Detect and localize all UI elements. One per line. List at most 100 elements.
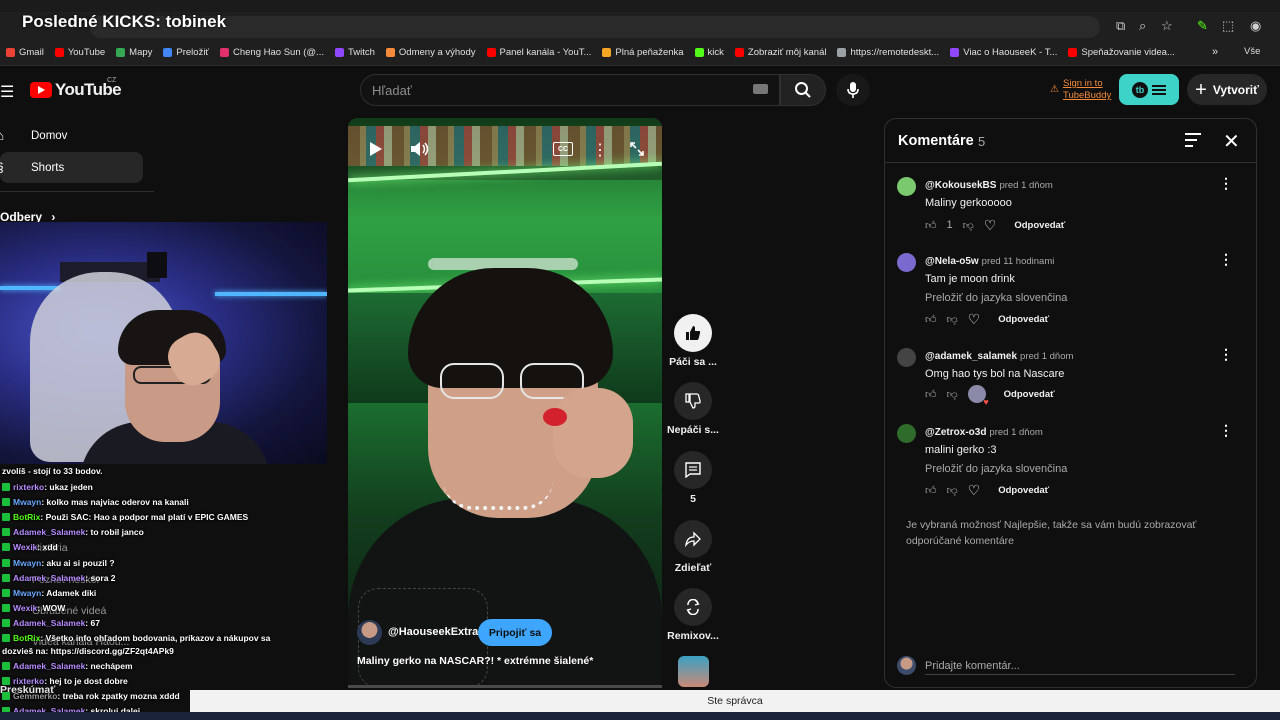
shorts-video-player[interactable] — [348, 118, 662, 688]
bookmark-item[interactable]: YouTube — [54, 47, 105, 58]
streamer-webcam — [0, 222, 327, 464]
other-bookmarks-folder[interactable]: Vše — [1244, 46, 1260, 57]
voice-search-button[interactable] — [836, 74, 870, 106]
bookmark-item[interactable]: kick — [694, 47, 724, 58]
bookmark-item[interactable]: Panel kanála - YouT... — [486, 47, 591, 58]
remix-button[interactable]: Remixov... — [666, 588, 720, 642]
address-bar[interactable] — [90, 16, 1100, 38]
bookmark-favicon-icon — [54, 48, 64, 57]
install-app-icon[interactable]: ⧉ — [1116, 18, 1125, 34]
kick-badge-icon — [2, 604, 10, 612]
shorts-icon: § — [0, 160, 14, 175]
bookmark-favicon-icon — [220, 48, 229, 57]
reply-button[interactable]: Odpovedať — [1004, 389, 1055, 400]
thumbs-down-icon[interactable]: 👎︎ — [947, 313, 958, 326]
sort-icon[interactable] — [1185, 133, 1201, 147]
comment-menu-icon[interactable]: ⋮ — [1219, 422, 1233, 439]
zoom-icon[interactable]: ⌕ — [1139, 18, 1146, 34]
heart-icon[interactable]: ♡ — [968, 482, 981, 499]
add-comment-input[interactable] — [925, 657, 1235, 675]
bookmark-item[interactable]: Zobraziť môj kanál — [734, 47, 826, 58]
dislike-button[interactable]: Nepáči s... — [666, 382, 720, 436]
translate-link[interactable]: Preložiť do jazyka slovenčina — [925, 292, 1067, 304]
comments-count: 5 — [978, 134, 986, 149]
bookmarks-more-button[interactable]: » — [1212, 46, 1218, 58]
comment-avatar[interactable] — [897, 424, 916, 443]
sidebar-item-home[interactable]: ⌂ Domov — [0, 120, 143, 151]
expand-icon[interactable] — [627, 139, 647, 159]
close-icon[interactable]: ✕ — [1223, 129, 1240, 154]
heart-icon[interactable]: ♡ — [984, 217, 997, 234]
comment-menu-icon[interactable]: ⋮ — [1219, 346, 1233, 363]
channel-avatar[interactable] — [357, 620, 382, 645]
comments-count-label: 5 — [690, 493, 696, 505]
hamburger-menu-icon[interactable]: ☰ — [0, 82, 14, 102]
thumbs-up-icon[interactable]: 👍︎ — [925, 484, 937, 497]
channel-name-link[interactable]: @HaouseekExtra — [388, 626, 478, 638]
like-label: Páči sa ... — [669, 356, 717, 368]
tubebuddy-button[interactable]: tb — [1119, 74, 1179, 105]
comment-avatar[interactable] — [897, 253, 916, 272]
keyboard-icon[interactable] — [753, 84, 768, 94]
reply-button[interactable]: Odpovedať — [998, 485, 1049, 496]
comment-author[interactable]: @KokousekBS — [925, 180, 996, 191]
search-button[interactable] — [780, 74, 826, 106]
thumbs-up-icon[interactable]: 👍︎ — [925, 313, 937, 326]
chat-message: BotRix: Všetko info ohľadom bodovania, p… — [2, 633, 270, 643]
reply-button[interactable]: Odpovedať — [998, 314, 1049, 325]
sound-thumbnail[interactable] — [678, 656, 709, 687]
comment-author[interactable]: @Nela-o5w — [925, 256, 979, 267]
kick-badge-icon — [2, 677, 10, 685]
comment-avatar[interactable] — [897, 348, 916, 367]
chat-username: Adamek_Salamek — [13, 527, 86, 537]
comment-menu-icon[interactable]: ⋮ — [1219, 251, 1233, 268]
sidebar-item-shorts[interactable]: § Shorts — [0, 152, 143, 183]
heart-icon[interactable]: ♡ — [968, 311, 981, 328]
thumbs-up-icon[interactable]: 👍︎ — [925, 219, 937, 232]
comment-avatar[interactable] — [897, 177, 916, 196]
comment-author[interactable]: @adamek_salamek — [925, 351, 1017, 362]
comment-time[interactable]: pred 11 hodinami — [982, 256, 1055, 267]
play-button[interactable] — [366, 139, 386, 159]
create-button[interactable]: + Vytvoriť — [1187, 74, 1267, 105]
captions-button[interactable]: CC — [553, 142, 573, 156]
video-progress-bar[interactable] — [348, 685, 662, 688]
bookmark-item[interactable]: Odmeny a výhody — [385, 47, 476, 58]
chat-message: Gemmerko: treba rok zpatky mozna xddd — [2, 691, 180, 701]
join-button[interactable]: Pripojiť sa — [478, 619, 552, 646]
bookmark-item[interactable]: Plná peňaženka — [602, 47, 684, 58]
bookmark-item[interactable]: Mapy — [116, 47, 152, 58]
comment-menu-icon[interactable]: ⋮ — [1219, 175, 1233, 192]
comment-time[interactable]: pred 1 dňom — [989, 427, 1042, 438]
thumbs-down-icon[interactable]: 👎︎ — [947, 484, 958, 497]
bookmark-item[interactable]: Viac o HaouseeK - T... — [950, 47, 1057, 58]
thumbs-up-icon[interactable]: 👍︎ — [925, 388, 937, 401]
bookmark-item[interactable]: Twitch — [334, 47, 375, 58]
comments-button[interactable]: 5 — [666, 451, 720, 505]
comment-time[interactable]: pred 1 dňom — [1020, 351, 1073, 362]
comment-author[interactable]: @Zetrox-o3d — [925, 427, 986, 438]
bookmark-item[interactable]: Speňažovanie videa... — [1068, 47, 1175, 58]
share-arrow-icon — [674, 520, 712, 558]
tubebuddy-signin-link[interactable]: ⚠ Sign in to TubeBuddy — [1050, 78, 1116, 102]
bookmark-star-icon[interactable]: ☆ — [1161, 18, 1173, 34]
reply-button[interactable]: Odpovedať — [1014, 220, 1065, 231]
extensions-puzzle-icon[interactable]: ⬚ — [1222, 18, 1234, 34]
share-button[interactable]: Zdieľať — [666, 520, 720, 574]
bookmark-item[interactable]: Preložiť — [163, 47, 209, 58]
translate-link[interactable]: Preložiť do jazyka slovenčina — [925, 463, 1067, 475]
bookmark-item[interactable]: https://remotedeskt... — [837, 47, 939, 58]
search-input[interactable] — [372, 80, 732, 100]
comment-time[interactable]: pred 1 dňom — [999, 180, 1052, 191]
thumbs-down-icon[interactable]: 👎︎ — [947, 388, 958, 401]
like-button[interactable]: Páči sa ... — [666, 314, 720, 368]
bookmark-item[interactable]: Cheng Hao Sun (@... — [220, 47, 324, 58]
extension-icon[interactable]: ✎ — [1197, 18, 1208, 34]
comment-item: @KokousekBS pred 1 dňom Maliny gerkooooo 👍︎… — [885, 175, 1256, 255]
profile-icon[interactable]: ◉ — [1250, 18, 1261, 34]
bookmark-item[interactable]: Gmail — [6, 47, 44, 58]
thumbs-down-icon[interactable]: 👎︎ — [963, 219, 974, 232]
comment-text: Maliny gerkooooo — [925, 197, 1012, 209]
more-options-icon[interactable]: ⋮ — [592, 140, 608, 160]
volume-button[interactable] — [408, 139, 432, 159]
